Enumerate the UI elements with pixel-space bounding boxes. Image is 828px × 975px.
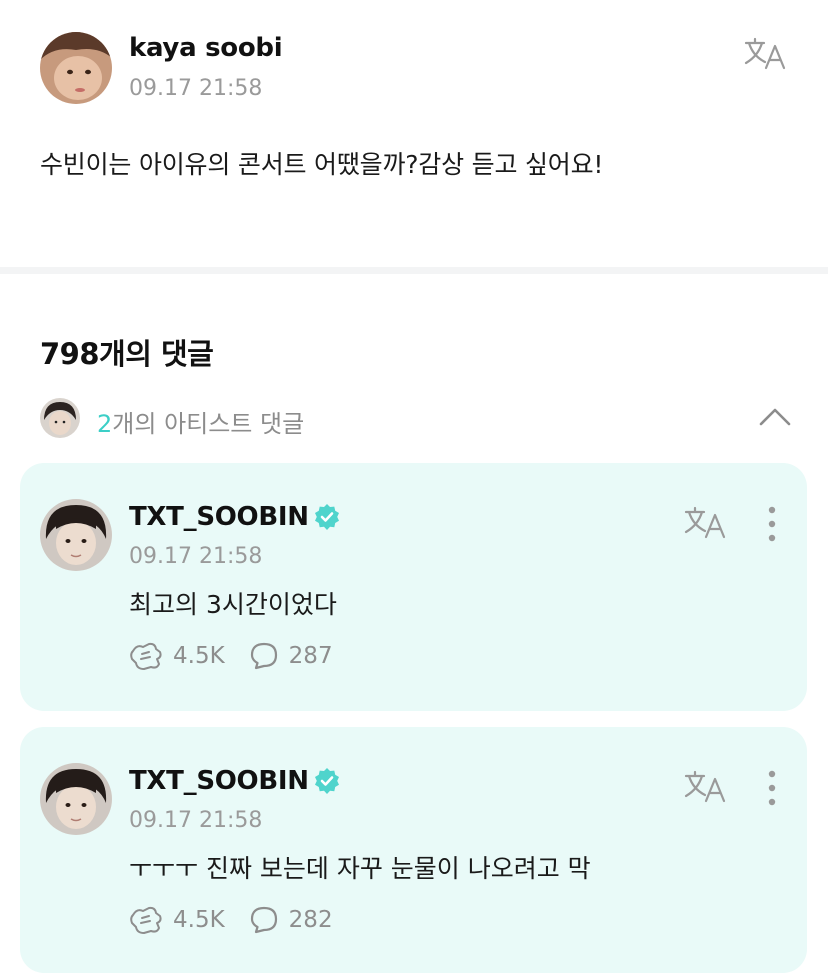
more-vertical-icon[interactable] <box>762 769 782 807</box>
comment-stats: 4.5K 287 <box>129 641 333 671</box>
verified-badge-icon <box>314 768 339 794</box>
artist-comments-label: 2개의 아티스트 댓글 <box>97 404 304 439</box>
more-vertical-icon[interactable] <box>762 505 782 543</box>
section-divider <box>0 267 828 274</box>
artist-comment-count: 2 <box>97 410 113 438</box>
commenter-name-text: TXT_SOOBIN <box>129 502 309 532</box>
comment-text: 최고의 3시간이었다 <box>129 590 337 619</box>
artist-comments-toggle[interactable]: 2개의 아티스트 댓글 <box>40 398 792 440</box>
post: kaya soobi 09.17 21:58 수빈이는 아이유의 콘서트 어땠을… <box>0 0 828 268</box>
post-body-text: 수빈이는 아이유의 콘서트 어땠을까?감상 듣고 싶어요! <box>40 150 604 179</box>
reply-count: 287 <box>288 643 333 669</box>
cheer-button[interactable]: 4.5K <box>129 905 225 935</box>
commenter-name-text: TXT_SOOBIN <box>129 766 309 796</box>
cheer-count: 4.5K <box>173 907 225 933</box>
comment-timestamp: 09.17 21:58 <box>129 544 263 569</box>
reply-count: 282 <box>288 907 333 933</box>
translate-icon[interactable] <box>744 36 788 72</box>
reply-button[interactable]: 287 <box>249 641 333 671</box>
comment-count-heading: 798개의 댓글 <box>40 337 214 371</box>
cheer-button[interactable]: 4.5K <box>129 641 225 671</box>
artist-avatar <box>40 398 80 438</box>
reply-bubble-icon <box>250 906 277 934</box>
artist-comments-label-text: 개의 아티스트 댓글 <box>112 410 305 438</box>
comment-text: ㅜㅜㅜ 진짜 보는데 자꾸 눈물이 나오려고 막 <box>129 854 591 883</box>
cheer-count: 4.5K <box>173 643 225 669</box>
cheer-icon <box>130 906 162 934</box>
artist-comment-card: TXT_SOOBIN 09.17 21:58 ㅜㅜㅜ 진짜 보는데 자꾸 눈물이… <box>20 727 807 973</box>
post-author-avatar[interactable] <box>40 32 112 104</box>
commenter-name[interactable]: TXT_SOOBIN <box>129 766 340 796</box>
artist-comment-card: TXT_SOOBIN 09.17 21:58 최고의 3시간이었다 4.5K 2… <box>20 463 807 711</box>
comment-timestamp: 09.17 21:58 <box>129 808 263 833</box>
commenter-name[interactable]: TXT_SOOBIN <box>129 502 340 532</box>
verified-badge-icon <box>314 504 339 530</box>
post-author-name[interactable]: kaya soobi <box>129 33 283 63</box>
comment-stats: 4.5K 282 <box>129 905 333 935</box>
commenter-avatar[interactable] <box>40 763 112 835</box>
translate-icon[interactable] <box>684 505 728 541</box>
commenter-avatar[interactable] <box>40 499 112 571</box>
translate-icon[interactable] <box>684 769 728 805</box>
post-timestamp: 09.17 21:58 <box>129 76 263 101</box>
cheer-icon <box>130 642 162 670</box>
reply-button[interactable]: 282 <box>249 905 333 935</box>
chevron-up-icon[interactable] <box>758 404 792 430</box>
reply-bubble-icon <box>250 642 277 670</box>
